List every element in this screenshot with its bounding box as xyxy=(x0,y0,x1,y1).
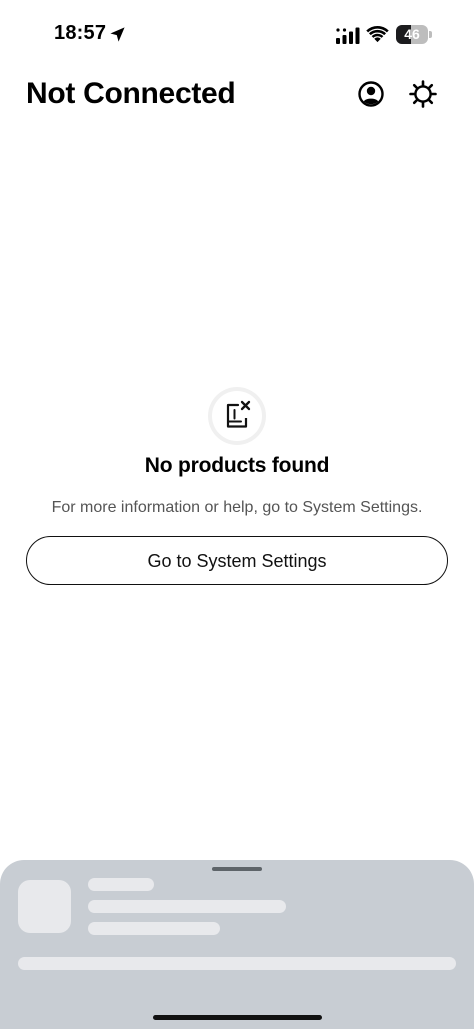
skeleton-line xyxy=(88,878,154,891)
empty-state-icon-circle xyxy=(212,391,262,441)
header: Not Connected xyxy=(0,70,474,124)
wifi-icon xyxy=(366,26,389,43)
status-time: 18:57 xyxy=(54,22,107,44)
no-products-icon xyxy=(226,400,251,428)
skeleton-bar xyxy=(18,957,456,970)
sheet-grabber-handle[interactable] xyxy=(212,867,262,871)
empty-state-description: For more information or help, go to Syst… xyxy=(51,499,423,516)
home-indicator[interactable] xyxy=(153,1015,322,1020)
settings-button[interactable] xyxy=(408,79,438,109)
empty-state-title: No products found xyxy=(144,454,330,477)
location-arrow-icon xyxy=(110,27,125,42)
account-button[interactable] xyxy=(356,79,386,109)
account-icon xyxy=(358,81,384,107)
skeleton-thumbnail xyxy=(18,880,71,933)
bottom-sheet[interactable] xyxy=(0,860,474,1029)
status-bar: 18:57 46 xyxy=(0,0,474,70)
go-to-system-settings-button[interactable]: Go to System Settings xyxy=(26,536,448,585)
settings-gear-icon xyxy=(409,80,437,108)
app-screen: 18:57 46 Not Connected No products found… xyxy=(0,0,474,1029)
cellular-signal-icon xyxy=(336,27,360,44)
skeleton-line xyxy=(88,922,220,935)
battery-cap xyxy=(429,31,432,38)
page-title: Not Connected xyxy=(26,77,236,110)
skeleton-line xyxy=(88,900,286,913)
battery-icon: 46 xyxy=(396,25,432,44)
empty-state-icon-badge xyxy=(208,387,266,445)
battery-body: 46 xyxy=(396,25,428,44)
battery-level: 46 xyxy=(404,26,420,42)
